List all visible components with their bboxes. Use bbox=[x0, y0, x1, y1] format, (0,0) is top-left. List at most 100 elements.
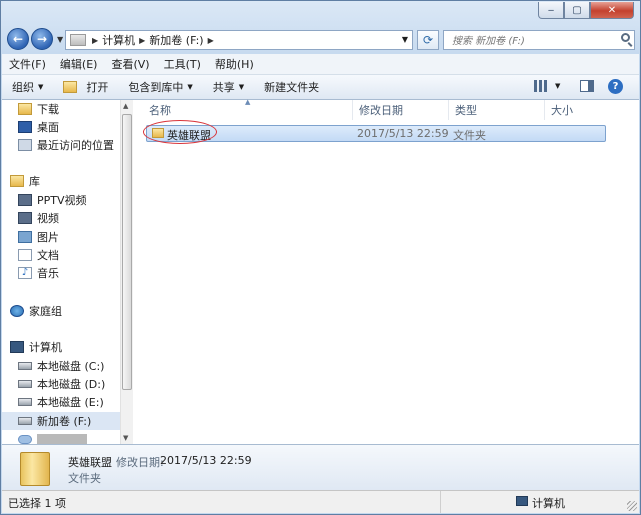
column-header-size[interactable]: 大小 bbox=[545, 100, 605, 120]
video-library-icon bbox=[18, 194, 32, 206]
open-button[interactable]: 打开 bbox=[53, 79, 118, 95]
nav-item-drive-c[interactable]: 本地磁盘 (C:) bbox=[2, 357, 120, 375]
chevron-down-icon: ▼ bbox=[238, 83, 245, 91]
back-button[interactable]: ← bbox=[7, 28, 29, 50]
nav-label: 库 bbox=[29, 175, 40, 188]
nav-item-drive-e[interactable]: 本地磁盘 (E:) bbox=[2, 393, 120, 411]
menu-edit[interactable]: 编辑(E) bbox=[53, 56, 105, 72]
computer-icon bbox=[10, 341, 24, 353]
share-label: 共享 bbox=[212, 81, 235, 94]
nav-item-network-drive[interactable] bbox=[2, 430, 120, 444]
address-bar[interactable]: ▶ 计算机 ▶ 新加卷 (F:) ▶ ▼ bbox=[65, 30, 413, 50]
recent-places-icon bbox=[18, 139, 32, 151]
file-type: 文件夹 bbox=[453, 129, 486, 142]
video-library-icon bbox=[18, 212, 32, 224]
menu-view[interactable]: 查看(V) bbox=[104, 56, 156, 72]
breadcrumb-computer[interactable]: 计算机 bbox=[102, 32, 135, 48]
include-label: 包含到库中 bbox=[128, 81, 184, 94]
nav-item-recent-places[interactable]: 最近访问的位置 bbox=[2, 136, 120, 154]
nav-label: 音乐 bbox=[37, 267, 59, 280]
search-input[interactable] bbox=[450, 32, 614, 50]
maximize-button[interactable]: ▢ bbox=[564, 2, 590, 19]
computer-icon bbox=[516, 496, 528, 506]
preview-pane-icon bbox=[580, 80, 594, 92]
breadcrumb-drive-f[interactable]: 新加卷 (F:) bbox=[149, 32, 203, 48]
scroll-thumb[interactable] bbox=[122, 114, 132, 390]
details-modified: 2017/5/13 22:59 bbox=[160, 454, 252, 467]
nav-item-downloads[interactable]: 下载 bbox=[2, 100, 120, 118]
nav-label: 图片 bbox=[37, 231, 59, 244]
address-history-dropdown-icon[interactable]: ▼ bbox=[402, 35, 408, 44]
new-folder-button[interactable]: 新建文件夹 bbox=[254, 79, 329, 95]
new-folder-label: 新建文件夹 bbox=[264, 81, 320, 94]
nav-item-documents[interactable]: 文档 bbox=[2, 246, 120, 264]
menu-help[interactable]: 帮助(H) bbox=[208, 56, 261, 72]
view-grid-icon bbox=[534, 80, 548, 92]
nav-label: 计算机 bbox=[29, 341, 62, 354]
nav-item-computer[interactable]: 计算机 bbox=[2, 338, 120, 356]
open-label: 打开 bbox=[86, 81, 109, 94]
open-folder-icon bbox=[63, 81, 78, 93]
drive-icon bbox=[18, 362, 32, 370]
help-icon: ? bbox=[608, 79, 623, 94]
forward-button[interactable]: → bbox=[31, 28, 53, 50]
nav-label: 家庭组 bbox=[29, 305, 62, 318]
menu-bar: 文件(F) 编辑(E) 查看(V) 工具(T) 帮助(H) bbox=[2, 54, 639, 75]
preview-pane-button[interactable] bbox=[580, 80, 594, 92]
documents-library-icon bbox=[18, 249, 32, 261]
chevron-right-icon[interactable]: ▶ bbox=[208, 36, 214, 45]
resize-grip[interactable] bbox=[627, 501, 637, 511]
nav-item-pictures[interactable]: 图片 bbox=[2, 228, 120, 246]
column-header-date[interactable]: 修改日期 bbox=[353, 100, 449, 120]
file-date: 2017/5/13 22:59 bbox=[357, 127, 449, 140]
nav-item-pptv-video[interactable]: PPTV视频 bbox=[2, 191, 120, 209]
nav-item-drive-f[interactable]: 新加卷 (F:) bbox=[2, 412, 120, 430]
help-button[interactable]: ? bbox=[608, 79, 623, 94]
column-header-type[interactable]: 类型 bbox=[449, 100, 545, 120]
organize-label: 组织 bbox=[12, 81, 34, 94]
chevron-down-icon: ▼ bbox=[555, 82, 561, 90]
nav-label: 视频 bbox=[37, 212, 59, 225]
recent-pages-dropdown-icon[interactable]: ▼ bbox=[57, 35, 63, 44]
status-divider bbox=[440, 491, 441, 513]
details-type: 文件夹 bbox=[68, 472, 101, 485]
scroll-up-icon[interactable]: ▲ bbox=[123, 102, 128, 110]
downloads-folder-icon bbox=[18, 103, 32, 115]
nav-item-desktop[interactable]: 桌面 bbox=[2, 118, 120, 136]
file-list: ▲ 名称 修改日期 类型 大小 英雄联盟 2017/5/13 22:59 文件夹 bbox=[133, 98, 639, 444]
nav-label: 本地磁盘 (D:) bbox=[37, 378, 106, 391]
explorer-window: ‒ ▢ ✕ ← → ▼ ▶ 计算机 ▶ 新加卷 (F:) ▶ ▼ ⟳ 文件(F)… bbox=[0, 0, 641, 515]
menu-tools[interactable]: 工具(T) bbox=[157, 56, 208, 72]
details-pane: 英雄联盟 修改日期: 2017/5/13 22:59 文件夹 bbox=[2, 444, 639, 491]
close-button[interactable]: ✕ bbox=[590, 2, 634, 19]
nav-label: 本地磁盘 (E:) bbox=[37, 396, 104, 409]
nav-item-drive-d[interactable]: 本地磁盘 (D:) bbox=[2, 375, 120, 393]
column-header-name[interactable]: 名称 bbox=[143, 100, 353, 120]
desktop-icon bbox=[18, 121, 32, 133]
nav-item-videos[interactable]: 视频 bbox=[2, 209, 120, 227]
library-icon bbox=[10, 175, 24, 187]
minimize-button[interactable]: ‒ bbox=[538, 2, 564, 19]
refresh-button[interactable]: ⟳ bbox=[417, 30, 439, 50]
status-bar: 已选择 1 项 计算机 bbox=[2, 490, 639, 513]
chevron-right-icon[interactable]: ▶ bbox=[139, 36, 145, 45]
title-bar: ‒ ▢ ✕ bbox=[1, 1, 640, 27]
blurred-label bbox=[37, 434, 87, 444]
scroll-down-icon[interactable]: ▼ bbox=[123, 434, 128, 442]
caption-buttons: ‒ ▢ ✕ bbox=[538, 2, 634, 19]
menu-file[interactable]: 文件(F) bbox=[2, 56, 53, 72]
nav-scrollbar[interactable]: ▲ ▼ bbox=[120, 100, 133, 444]
organize-button[interactable]: 组织 ▼ bbox=[2, 79, 53, 95]
nav-label: 新加卷 (F:) bbox=[37, 415, 92, 428]
chevron-right-icon[interactable]: ▶ bbox=[92, 36, 98, 45]
status-location: 计算机 bbox=[532, 497, 565, 510]
view-options-button[interactable]: ▼ bbox=[534, 80, 560, 92]
nav-item-homegroup[interactable]: 家庭组 bbox=[2, 302, 120, 320]
nav-item-music[interactable]: ♪ 音乐 bbox=[2, 264, 120, 282]
nav-label: 桌面 bbox=[37, 121, 59, 134]
homegroup-icon bbox=[10, 305, 24, 317]
share-button[interactable]: 共享 ▼ bbox=[203, 79, 254, 95]
include-in-library-button[interactable]: 包含到库中 ▼ bbox=[118, 79, 202, 95]
search-icon[interactable] bbox=[621, 33, 630, 42]
nav-item-libraries[interactable]: 库 bbox=[2, 172, 120, 190]
